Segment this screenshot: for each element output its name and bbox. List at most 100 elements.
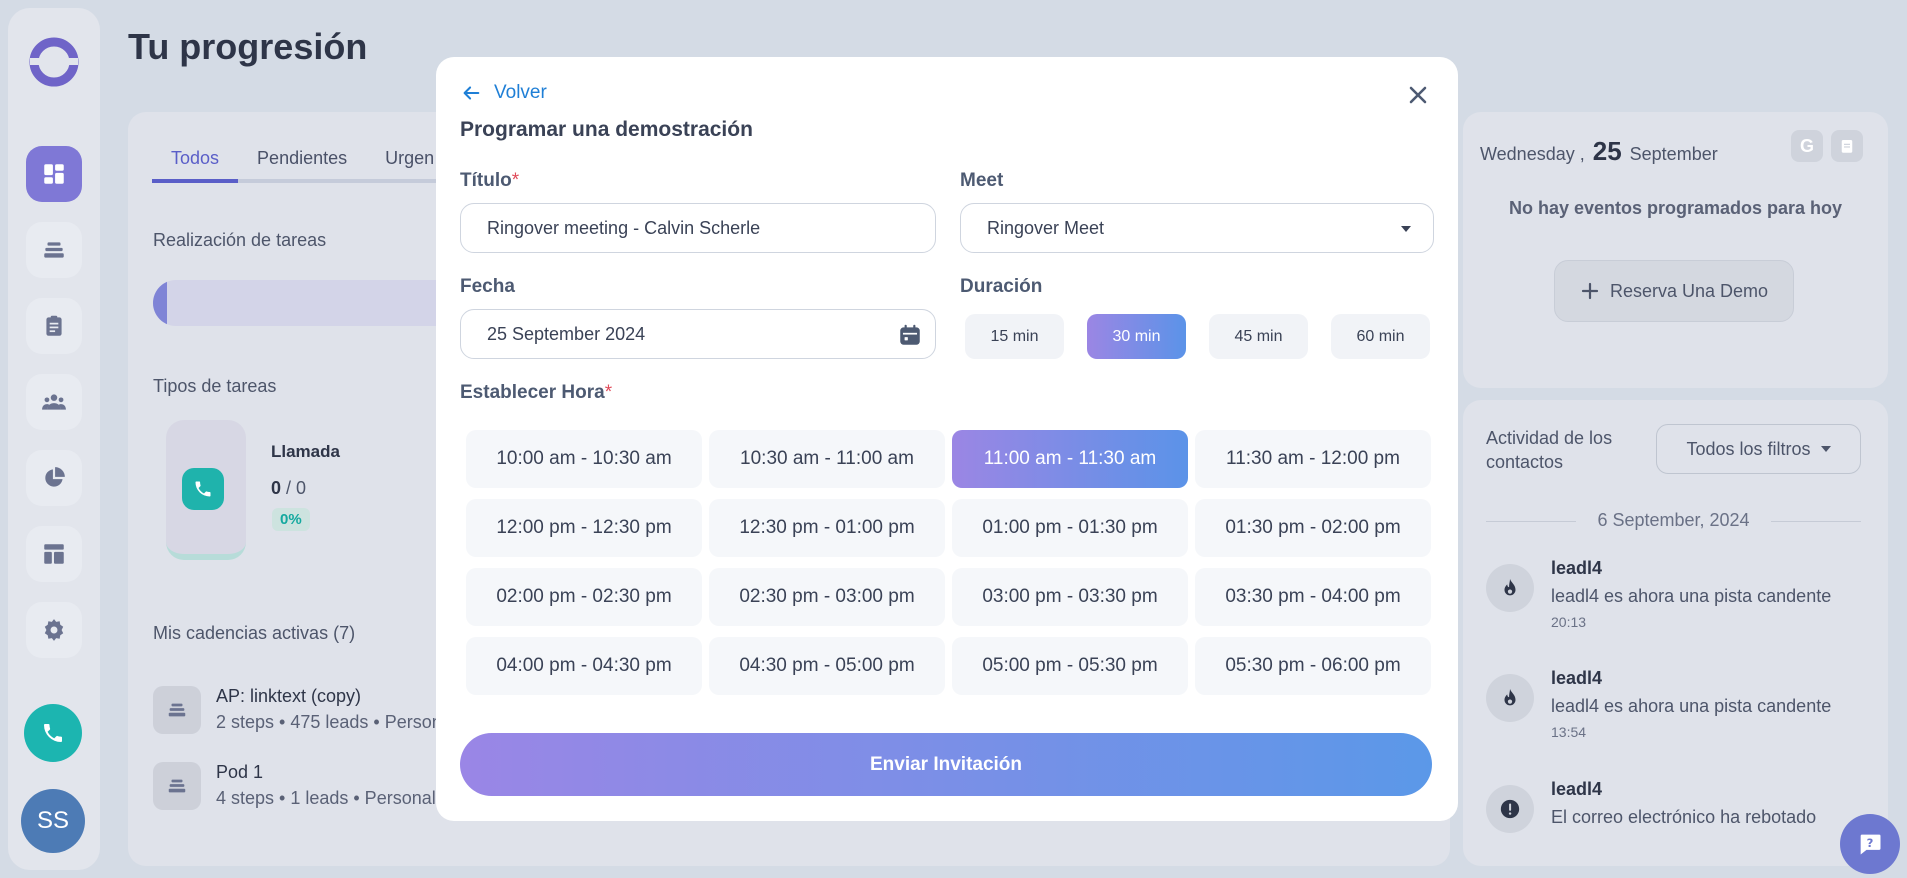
- time-field-label: Establecer Hora*: [460, 382, 612, 404]
- caret-down-icon: [1401, 226, 1411, 232]
- time-slot[interactable]: 12:30 pm - 01:00 pm: [709, 499, 945, 557]
- activity-time: 20:13: [1551, 614, 1587, 630]
- time-slot[interactable]: 04:00 pm - 04:30 pm: [466, 637, 702, 695]
- reserve-demo-label: Reserva Una Demo: [1609, 280, 1769, 301]
- meet-select-value: Ringover Meet: [987, 217, 1105, 238]
- task-type-name: Llamada: [271, 442, 340, 461]
- activity-date-divider: 6 September, 2024: [1486, 510, 1861, 531]
- tab-todos[interactable]: Todos: [152, 148, 239, 183]
- cadence-subtitle: 2 steps • 475 leads • Person: [216, 712, 442, 732]
- time-slot[interactable]: 10:30 am - 11:00 am: [709, 430, 945, 488]
- call-button[interactable]: [24, 704, 82, 762]
- task-done-count: 0: [271, 478, 282, 498]
- cadences-icon: [44, 242, 64, 258]
- activity-filter-dropdown[interactable]: Todos los filtros: [1656, 424, 1861, 474]
- activity-title: Actividad de los contactos: [1486, 428, 1613, 472]
- sidebar-item-reports[interactable]: [26, 450, 82, 506]
- task-total-count: / 0: [281, 478, 307, 498]
- calendar-weekday: Wednesday ,: [1480, 144, 1585, 164]
- time-slot[interactable]: 10:00 am - 10:30 am: [466, 430, 702, 488]
- task-type-count: 0 / 0: [271, 478, 306, 499]
- sidebar-item-tasks[interactable]: [26, 298, 82, 354]
- google-calendar-icon[interactable]: G: [1791, 130, 1823, 162]
- time-slot[interactable]: 11:30 am - 12:00 pm: [1195, 430, 1431, 488]
- task-tabs: Todos Pendientes Urgen: [152, 148, 454, 183]
- activity-time: 13:54: [1551, 724, 1587, 740]
- schedule-demo-modal: Volver Programar una demostración Título…: [436, 57, 1458, 821]
- no-events-message: No hay eventos programados para hoy: [1508, 198, 1843, 218]
- help-chat-icon: ?: [1860, 834, 1881, 855]
- activity-lead-name: leadl4: [1551, 779, 1603, 799]
- app-logo-icon[interactable]: [26, 34, 82, 90]
- alert-icon: [1486, 785, 1534, 833]
- required-marker: *: [604, 382, 613, 403]
- clipboard-icon[interactable]: [1831, 130, 1863, 162]
- duration-option-15[interactable]: 15 min: [965, 314, 1064, 359]
- pie-chart-icon: [45, 467, 65, 487]
- duration-option-30[interactable]: 30 min: [1087, 314, 1186, 359]
- cadence-title: AP: linktext (copy): [216, 686, 362, 706]
- calendar-icon[interactable]: [897, 322, 923, 348]
- meet-field-label: Meet: [960, 170, 1004, 191]
- title-field-label: Título*: [460, 170, 519, 192]
- activity-card: Actividad de los contactos Todos los fil…: [1463, 400, 1888, 866]
- cadence-icon: [153, 686, 201, 734]
- time-slot[interactable]: 03:30 pm - 04:00 pm: [1195, 568, 1431, 626]
- meet-select[interactable]: Ringover Meet: [960, 203, 1434, 253]
- fire-icon: [1486, 564, 1534, 612]
- avatar[interactable]: SS: [21, 789, 85, 853]
- date-field-label: Fecha: [460, 276, 515, 297]
- time-slot[interactable]: 02:00 pm - 02:30 pm: [466, 568, 702, 626]
- time-slot[interactable]: 02:30 pm - 03:00 pm: [709, 568, 945, 626]
- activity-text: leadl4 es ahora una pista candente: [1551, 696, 1832, 716]
- reserve-demo-button[interactable]: Reserva Una Demo: [1554, 260, 1794, 322]
- close-icon: [1409, 86, 1427, 104]
- close-button[interactable]: [1404, 81, 1432, 109]
- activity-filter-label: Todos los filtros: [1686, 438, 1811, 459]
- time-slot[interactable]: 01:30 pm - 02:00 pm: [1195, 499, 1431, 557]
- calendar-month: September: [1629, 144, 1718, 164]
- date-input-value: 25 September 2024: [487, 323, 646, 344]
- help-button[interactable]: ?: [1840, 814, 1900, 874]
- modal-title: Programar una demostración: [460, 118, 753, 141]
- sidebar-item-contacts[interactable]: [26, 374, 82, 430]
- back-button[interactable]: Volver: [460, 82, 547, 104]
- time-slot[interactable]: 12:00 pm - 12:30 pm: [466, 499, 702, 557]
- calendar-date: Wednesday , 25 September: [1480, 136, 1718, 167]
- contacts-icon: [42, 394, 66, 410]
- time-slot[interactable]: 01:00 pm - 01:30 pm: [952, 499, 1188, 557]
- calendar-card: Wednesday , 25 September G No hay evento…: [1463, 112, 1888, 388]
- clipboard-icon: [46, 315, 62, 336]
- layout-icon: [44, 544, 64, 564]
- required-marker: *: [511, 170, 520, 191]
- duration-option-60[interactable]: 60 min: [1331, 314, 1430, 359]
- activity-text: El correo electrónico ha rebotado: [1551, 807, 1817, 827]
- sidebar-item-cadences[interactable]: [26, 222, 82, 278]
- back-label: Volver: [494, 82, 547, 103]
- phone-icon: [44, 724, 62, 742]
- time-slot-selected[interactable]: 11:00 am - 11:30 am: [952, 430, 1188, 488]
- calendar-day: 25: [1592, 136, 1622, 166]
- cadence-subtitle: 4 steps • 1 leads • Personal: [216, 788, 436, 808]
- sidebar-item-settings[interactable]: [26, 602, 82, 658]
- sidebar-item-dashboard[interactable]: [26, 146, 82, 202]
- duration-option-45[interactable]: 45 min: [1209, 314, 1308, 359]
- phone-icon: [182, 468, 224, 510]
- send-invitation-button[interactable]: Enviar Invitación: [460, 733, 1432, 796]
- svg-text:?: ?: [1867, 836, 1874, 850]
- time-slot[interactable]: 04:30 pm - 05:00 pm: [709, 637, 945, 695]
- title-input[interactable]: Ringover meeting - Calvin Scherle: [460, 203, 936, 253]
- tab-pendientes[interactable]: Pendientes: [238, 148, 367, 183]
- time-label-text: Establecer Hora: [460, 382, 605, 403]
- time-slot[interactable]: 03:00 pm - 03:30 pm: [952, 568, 1188, 626]
- time-slot[interactable]: 05:30 pm - 06:00 pm: [1195, 637, 1431, 695]
- page-title: Tu progresión: [128, 26, 368, 67]
- date-input[interactable]: 25 September 2024: [460, 309, 936, 359]
- activity-lead-name: leadl4: [1551, 558, 1603, 578]
- task-type-percent-badge: 0%: [272, 508, 310, 531]
- time-slot[interactable]: 05:00 pm - 05:30 pm: [952, 637, 1188, 695]
- sidebar-item-templates[interactable]: [26, 526, 82, 582]
- caret-down-icon: [1820, 446, 1831, 452]
- duration-field-label: Duración: [960, 276, 1043, 297]
- arrow-left-icon: [463, 86, 480, 100]
